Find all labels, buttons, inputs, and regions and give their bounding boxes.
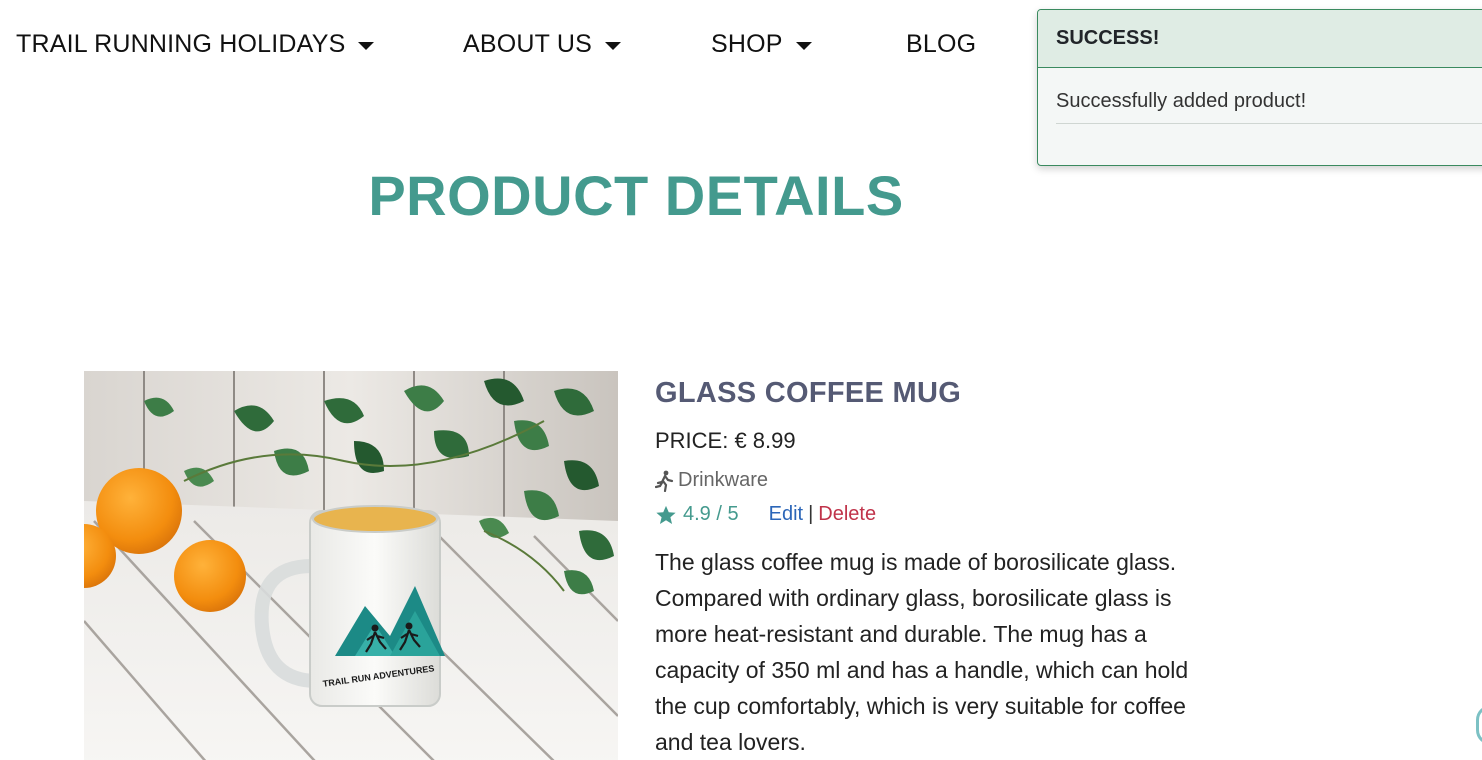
- product-rating: 4.9 / 5: [683, 503, 739, 525]
- delete-product-link[interactable]: Delete: [818, 503, 876, 526]
- caret-down-icon: [604, 41, 621, 50]
- nav-item-label: ABOUT US: [463, 30, 592, 58]
- nav-item-label: SHOP: [711, 30, 783, 58]
- link-separator: |: [808, 503, 814, 525]
- page-title: PRODUCT DETAILS: [368, 164, 904, 227]
- toast-message: Successfully added product!: [1056, 90, 1307, 112]
- product-category[interactable]: Drinkware: [654, 469, 769, 492]
- product-rating-row: 4.9 / 5 Edit | Delete: [655, 503, 876, 526]
- category-label: Drinkware: [678, 469, 769, 491]
- caret-down-icon: [795, 41, 812, 50]
- product-image: TRAIL RUN ADVENTURES: [84, 371, 618, 760]
- product-name: GLASS COFFEE MUG: [655, 377, 962, 409]
- caret-down-icon: [358, 41, 375, 50]
- nav-item-blog[interactable]: BLOG: [906, 30, 976, 59]
- nav-item-label: BLOG: [906, 30, 977, 58]
- nav-item-trail-running-holidays[interactable]: TRAIL RUNNING HOLIDAYS: [16, 30, 375, 59]
- star-icon: [655, 504, 677, 526]
- nav-item-shop[interactable]: SHOP: [711, 30, 812, 59]
- back-to-top-button[interactable]: [1476, 705, 1482, 745]
- edit-product-link[interactable]: Edit: [769, 503, 803, 526]
- toast-divider: [1056, 123, 1482, 124]
- product-description: The glass coffee mug is made of borosili…: [655, 549, 1189, 755]
- runner-icon: [654, 470, 675, 492]
- success-toast: SUCCESS! Successfully added product!: [1037, 9, 1482, 166]
- nav-item-about-us[interactable]: ABOUT US: [463, 30, 621, 59]
- toast-header: SUCCESS!: [1038, 10, 1482, 68]
- nav-item-label: TRAIL RUNNING HOLIDAYS: [16, 30, 346, 58]
- product-price: PRICE: € 8.99: [655, 428, 796, 453]
